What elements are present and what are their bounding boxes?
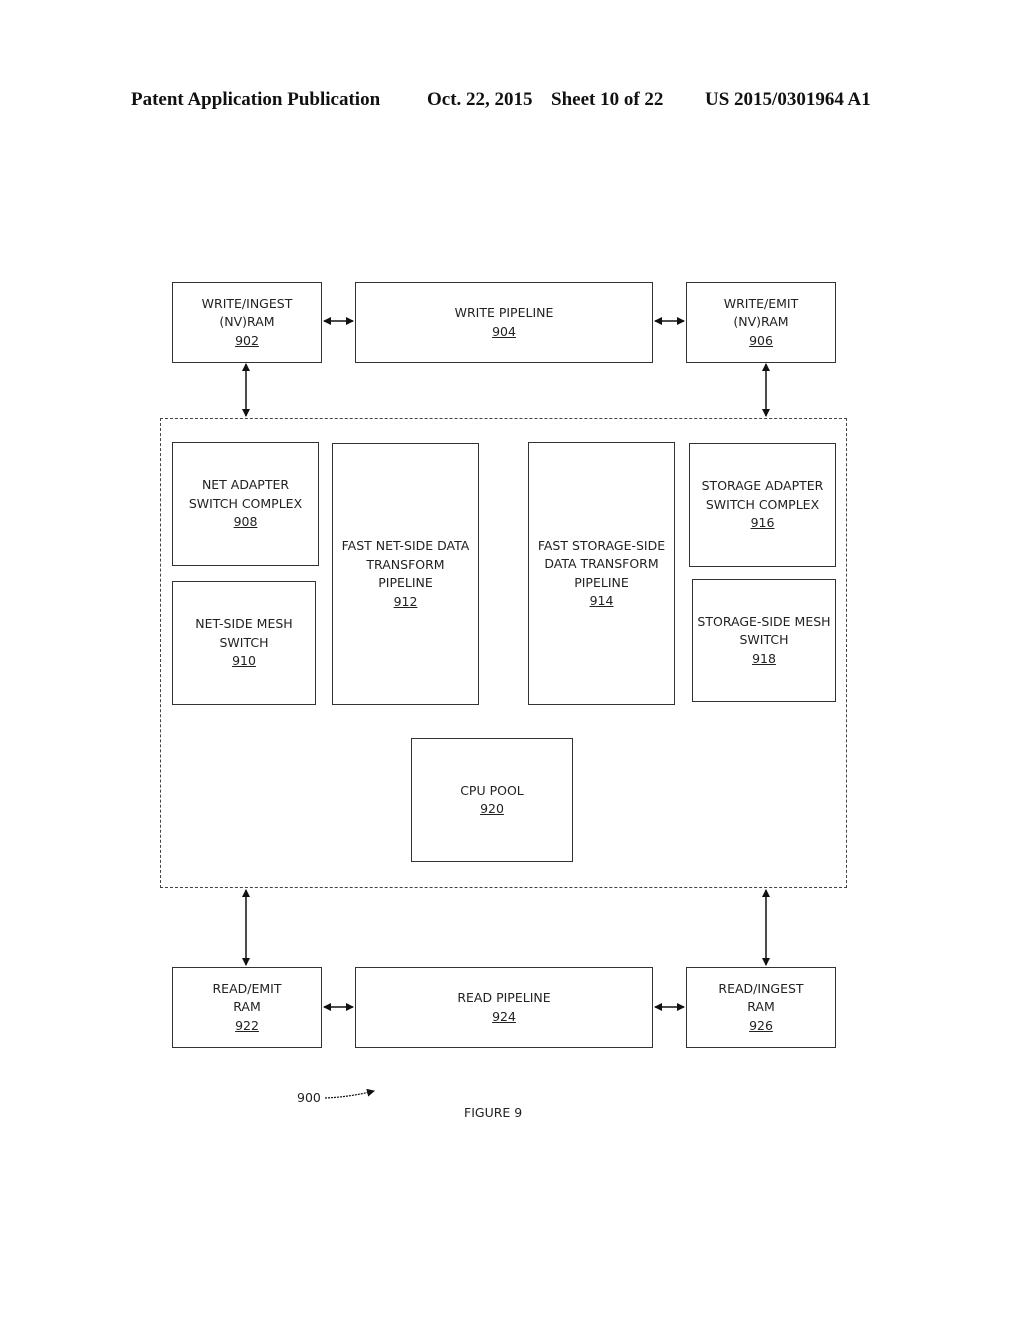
block-storage-adapter-switch-complex: STORAGE ADAPTER SWITCH COMPLEX 916	[689, 443, 836, 567]
block-write-emit-nvram: WRITE/EMIT (NV)RAM 906	[686, 282, 836, 363]
block-read-pipeline: READ PIPELINE 924	[355, 967, 653, 1048]
block-net-adapter-switch-complex: NET ADAPTER SWITCH COMPLEX 908	[172, 442, 319, 566]
block-read-emit-ram: READ/EMIT RAM 922	[172, 967, 322, 1048]
block-fast-storage-side-transform-pipeline: FAST STORAGE-SIDE DATA TRANSFORM PIPELIN…	[528, 442, 675, 705]
block-write-pipeline: WRITE PIPELINE 904	[355, 282, 653, 363]
block-read-ingest-ram: READ/INGEST RAM 926	[686, 967, 836, 1048]
figure-reference-number: 900	[297, 1090, 321, 1105]
block-fast-net-side-transform-pipeline: FAST NET-SIDE DATA TRANSFORM PIPELINE 91…	[332, 443, 479, 705]
block-write-ingest-nvram: WRITE/INGEST (NV)RAM 902	[172, 282, 322, 363]
block-net-side-mesh-switch: NET-SIDE MESH SWITCH 910	[172, 581, 316, 705]
block-cpu-pool: CPU POOL 920	[411, 738, 573, 862]
figure-ref-arrow	[324, 1088, 375, 1099]
block-storage-side-mesh-switch: STORAGE-SIDE MESH SWITCH 918	[692, 579, 836, 702]
figure-caption: FIGURE 9	[464, 1105, 523, 1120]
connector-layer	[242, 317, 770, 1099]
